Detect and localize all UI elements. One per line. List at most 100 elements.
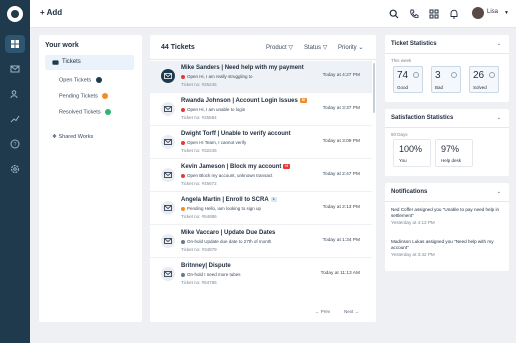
stat-label: Solved — [473, 85, 487, 90]
notification-item[interactable]: Madinson Lukas assigned you "Need help w… — [391, 239, 503, 258]
ticket-list-panel: 44 Tickets Product ▽ Status ▽ Priority ⌄… — [150, 35, 376, 322]
arrow-left-icon: ← — [315, 309, 320, 314]
notification-item[interactable]: Ned Coffer assigned you "Unable to pay n… — [391, 207, 503, 226]
mail-icon — [161, 69, 175, 83]
mail-icon — [161, 234, 175, 248]
resolved-status-dot — [105, 109, 112, 115]
ticket-statistics-card: Ticket Statistics ⌄ This week 74 Good 3 … — [385, 35, 509, 102]
mail-icon — [161, 201, 175, 215]
ticket-snippet: Hi, I am really struggling to — [199, 74, 253, 79]
status-dot — [181, 239, 185, 244]
nav-item-tickets-label: Tickets — [62, 59, 81, 65]
nav-item-tickets[interactable]: Tickets — [45, 55, 134, 70]
ticket-title: Rwanda Johnson | Account Login Issues — [181, 98, 298, 105]
table-row[interactable]: Mike Sanders | Need help with my payment… — [150, 61, 372, 93]
svg-text:?: ? — [14, 142, 17, 148]
add-button[interactable]: + Add — [40, 8, 62, 17]
next-button[interactable]: Next → — [344, 309, 359, 314]
stat-bad[interactable]: 3 Bad — [431, 66, 461, 93]
phone-icon[interactable] — [409, 9, 419, 19]
satisfaction-help-desk: 97% Help desk — [435, 139, 473, 167]
period-label: This week — [391, 58, 412, 63]
divider — [150, 59, 376, 60]
ticket-time: Today at 2:13 PM — [322, 205, 360, 210]
notification-text: Ned Coffer assigned you "Unable to pay n… — [391, 207, 500, 218]
ticket-time: Today at 2:47 PM — [322, 172, 360, 177]
check-icon — [489, 72, 495, 78]
scrollbar[interactable] — [373, 63, 375, 113]
filter-priority[interactable]: Priority ⌄ — [338, 44, 363, 51]
open-tickets-label: Open Tickets — [59, 77, 92, 84]
ticket-number: Ticket no: #45672 — [181, 181, 217, 186]
table-row[interactable]: Kevin Jameson | Block my account H Open B… — [150, 160, 372, 192]
table-row[interactable]: Dwight Torff | Unable to verify account … — [150, 127, 372, 159]
next-label: Next — [344, 309, 354, 314]
filter-icon: ▽ — [322, 45, 328, 51]
stat-label: Bad — [435, 85, 444, 90]
ticket-time: Today at 3:09 PM — [322, 139, 360, 144]
stat-value: 3 — [435, 70, 441, 81]
prev-button[interactable]: ← Prev — [315, 309, 330, 314]
table-row[interactable]: Rwanda Johnson | Account Login Issues M O… — [150, 94, 372, 126]
ticket-title: Mike Vaccaro | Update Due Dates — [181, 230, 276, 236]
filter-status[interactable]: Status ▽ — [304, 44, 327, 51]
ticket-title: Angela Martin | Enroll to SCRA — [181, 197, 269, 204]
divider — [385, 53, 509, 54]
ticket-status: Open — [187, 140, 199, 145]
ticket-number: Ticket no: #34879 — [181, 247, 217, 252]
share-icon: ❖ — [52, 134, 57, 140]
prev-label: Prev — [320, 309, 331, 314]
chevron-down-icon[interactable]: ⌄ — [497, 189, 501, 195]
stat-solved[interactable]: 26 Solved — [469, 66, 499, 93]
apps-grid-icon[interactable] — [429, 9, 439, 19]
logo-icon[interactable] — [7, 6, 23, 22]
stat-value: 74 — [397, 70, 409, 81]
ticket-status: Open — [187, 173, 199, 178]
status-dot — [181, 74, 185, 79]
notification-time: Yesterday at 4:13 PM — [391, 220, 435, 225]
bell-icon[interactable] — [449, 9, 459, 19]
priority-badge: H — [283, 164, 290, 169]
nav-item-open-tickets[interactable]: Open Tickets — [59, 77, 102, 83]
nav-item-shared-works[interactable]: ❖ Shared Works — [52, 134, 93, 140]
ticket-title: Britnney| Dispute — [181, 263, 231, 269]
stat-label: Good — [397, 85, 409, 90]
table-row[interactable]: Britnney| Dispute On-hold I need more tu… — [150, 259, 372, 291]
ticket-title: Mike Sanders | Need help with my payment — [181, 65, 304, 71]
ticket-number: Ticket no: #25584 — [181, 115, 217, 120]
nav-item-resolved-tickets[interactable]: Resolved Tickets — [59, 109, 112, 115]
work-nav-panel: Your work Tickets Open Tickets Pending T… — [39, 35, 142, 322]
chevron-down-icon[interactable]: ▼ — [504, 10, 509, 16]
dashboard-icon[interactable] — [5, 35, 25, 53]
ticket-time: Today at 1:34 PM — [322, 238, 360, 243]
satisfaction-you: 100% You — [393, 139, 431, 167]
stat-label: You — [399, 158, 407, 163]
ticket-status: Open — [187, 74, 199, 79]
stat-good[interactable]: 74 Good — [393, 66, 423, 93]
user-name[interactable]: Lisa — [487, 9, 498, 15]
nav-item-pending-tickets[interactable]: Pending Tickets — [59, 93, 109, 99]
filter-product[interactable]: Product ▽ — [266, 44, 293, 51]
ticket-title: Dwight Torff | Unable to verify account — [181, 131, 291, 137]
avatar[interactable] — [472, 7, 484, 19]
open-status-dot — [95, 77, 102, 83]
settings-icon[interactable] — [8, 162, 22, 176]
table-row[interactable]: Mike Vaccaro | Update Due Dates On-hold … — [150, 226, 372, 258]
stat-value: 26 — [473, 70, 485, 81]
ticket-time: Today at 4:27 PM — [322, 73, 360, 78]
chevron-down-icon[interactable]: ⌄ — [497, 41, 501, 47]
contacts-icon[interactable] — [8, 87, 22, 101]
chevron-down-icon[interactable]: ⌄ — [497, 115, 501, 121]
table-row[interactable]: Angela Martin | Enroll to SCRA L Pending … — [150, 193, 372, 225]
filter-priority-label: Priority — [338, 45, 357, 51]
ticket-status: On-hold — [187, 239, 204, 244]
help-icon[interactable]: ? — [8, 137, 22, 151]
inbox-icon[interactable] — [8, 62, 22, 76]
notification-time: Yesterday at 3:42 PM — [391, 252, 435, 257]
ticket-number: Ticket no: #54786 — [181, 280, 217, 285]
reports-icon[interactable] — [8, 112, 22, 126]
card-title: Ticket Statistics — [391, 41, 437, 47]
stat-label: Help desk — [441, 158, 462, 163]
search-icon[interactable] — [389, 9, 399, 19]
divider — [385, 201, 509, 202]
